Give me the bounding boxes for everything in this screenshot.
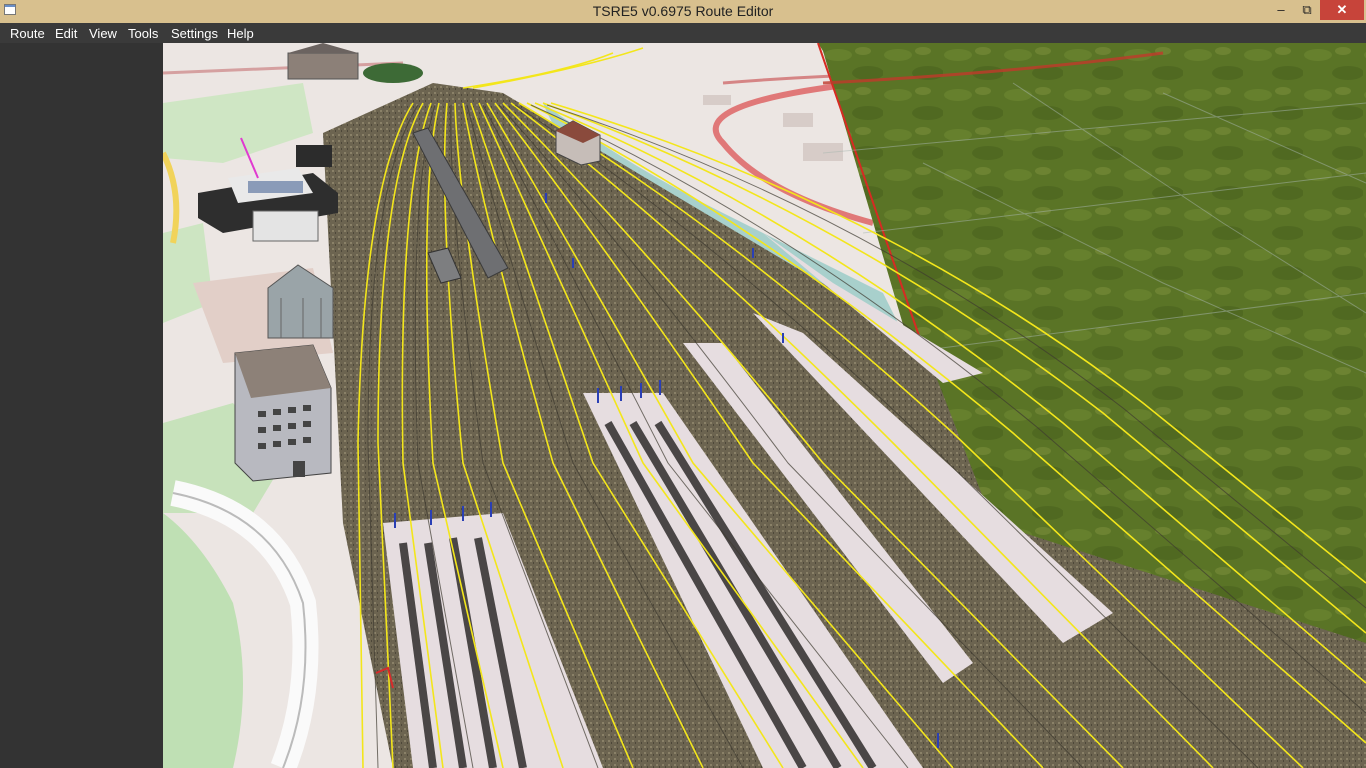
menu-help[interactable]: Help bbox=[227, 26, 254, 41]
maximize-button[interactable]: ⧉ bbox=[1294, 0, 1320, 20]
side-panel bbox=[0, 43, 163, 768]
map-building bbox=[783, 113, 813, 127]
menu-route[interactable]: Route bbox=[10, 26, 45, 41]
menu-bar: Route Edit View Tools Settings Help bbox=[0, 23, 1366, 43]
menu-tools[interactable]: Tools bbox=[128, 26, 158, 41]
minimize-button[interactable]: – bbox=[1268, 0, 1294, 20]
map-building bbox=[703, 95, 731, 105]
minimize-icon: – bbox=[1277, 2, 1285, 17]
title-bar: TSRE5 v0.6975 Route Editor – ⧉ ✕ bbox=[0, 0, 1366, 23]
menu-edit[interactable]: Edit bbox=[55, 26, 77, 41]
route-viewport[interactable] bbox=[163, 43, 1366, 768]
close-button[interactable]: ✕ bbox=[1320, 0, 1364, 20]
menu-view[interactable]: View bbox=[89, 26, 117, 41]
close-icon: ✕ bbox=[1336, 2, 1348, 17]
scene-canvas[interactable] bbox=[163, 43, 1366, 768]
window-title: TSRE5 v0.6975 Route Editor bbox=[592, 3, 774, 19]
maximize-icon: ⧉ bbox=[1302, 2, 1312, 17]
office-building[interactable] bbox=[234, 344, 332, 482]
menu-settings[interactable]: Settings bbox=[171, 26, 218, 41]
